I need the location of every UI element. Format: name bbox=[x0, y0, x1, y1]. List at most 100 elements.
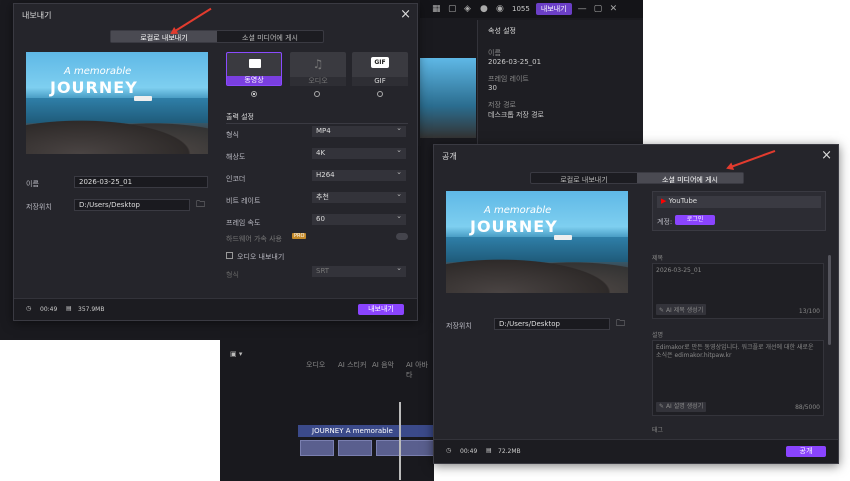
maximize-icon[interactable]: ▢ bbox=[594, 4, 604, 14]
ai-desc-button[interactable]: ✎ AI 설명 생성기 bbox=[656, 402, 707, 412]
music-icon: ♫ bbox=[312, 57, 324, 71]
framerate-select[interactable]: 60 bbox=[312, 213, 406, 225]
format-gif[interactable]: GIF GIF bbox=[352, 52, 408, 86]
row-framerate-label: 프레임 속도 bbox=[226, 219, 261, 227]
format-video[interactable]: 동영상 bbox=[226, 52, 282, 86]
tab-local-export[interactable]: 로컬로 내보내기 bbox=[531, 173, 637, 184]
publish-dialog: 공개 × 로컬로 내보내기 소셜 미디어에 게시 A memorable JOU… bbox=[433, 144, 839, 464]
properties-tab[interactable]: 속성 설정 bbox=[488, 26, 516, 36]
tab-social-publish[interactable]: 소셜 미디어에 게시 bbox=[637, 173, 743, 184]
timeline-clip[interactable] bbox=[338, 440, 372, 456]
audio-export-checkbox[interactable] bbox=[226, 252, 233, 259]
timeline-title-track[interactable]: JOURNEY A memorable bbox=[298, 425, 434, 437]
clock-icon: ◷ bbox=[26, 305, 32, 312]
subtitle-format-select[interactable]: SRT bbox=[312, 265, 406, 277]
export-tabs: 로컬로 내보내기 소셜 미디어에 게시 bbox=[110, 30, 324, 43]
divider bbox=[226, 123, 408, 124]
close-icon[interactable]: × bbox=[400, 7, 411, 22]
row-resolution-label: 해상도 bbox=[226, 153, 246, 161]
export-button[interactable]: 내보내기 bbox=[358, 304, 404, 315]
folder-icon[interactable]: 🗀 bbox=[196, 197, 205, 213]
prop-1: 2026-03-25_01 bbox=[488, 58, 542, 66]
description-value: Edimakor로 만든 동영상입니다. 워크플로 개선에 대한 새로운 소식은… bbox=[656, 344, 814, 359]
row-bitrate-label: 비트 레이트 bbox=[226, 197, 261, 205]
subtitle-format-label: 형식 bbox=[226, 271, 239, 279]
path-label: 저장위치 bbox=[26, 203, 52, 211]
pro-badge: PRO bbox=[292, 233, 307, 239]
folder-icon[interactable]: 🗀 bbox=[616, 316, 625, 332]
top-bar: ▦ ▢ ◈ ● ◉ 1055 내보내기 — ▢ ✕ bbox=[420, 0, 643, 18]
timeline-clip[interactable] bbox=[300, 440, 334, 456]
thumb-subtitle: A memorable bbox=[484, 205, 552, 216]
chat-icon[interactable]: ▢ bbox=[448, 4, 458, 14]
close-window-icon[interactable]: ✕ bbox=[610, 4, 620, 14]
name-label: 이름 bbox=[26, 180, 39, 188]
hw-accel-toggle[interactable] bbox=[396, 233, 408, 240]
background-timeline-area: ▣ ▾ 오디오 AI 스티커 AI 음악 AI 아바타 bbox=[220, 330, 434, 481]
platform-row[interactable]: ▶ YouTube bbox=[657, 196, 821, 208]
close-icon[interactable]: × bbox=[821, 148, 832, 163]
file-icon: ▤ bbox=[66, 305, 72, 312]
ai-title-label: AI 제목 생성기 bbox=[665, 307, 704, 314]
encoder-select[interactable]: H264 bbox=[312, 169, 406, 181]
timeline-track-label: JOURNEY A memorable bbox=[312, 427, 393, 435]
login-button[interactable]: 로그인 bbox=[675, 215, 715, 225]
title-textarea[interactable]: 2026-03-25_01 ✎ AI 제목 생성기 13/100 bbox=[652, 263, 824, 319]
top-export-button[interactable]: 내보내기 bbox=[535, 3, 572, 15]
description-label: 설명 bbox=[652, 332, 664, 339]
description-count: 88/5000 bbox=[795, 404, 820, 411]
radio-gif[interactable] bbox=[377, 91, 383, 97]
youtube-icon: ▶ bbox=[661, 197, 667, 205]
scrollbar[interactable] bbox=[828, 255, 831, 345]
bitrate-select[interactable]: 추천 bbox=[312, 191, 406, 203]
audio-export-label: 오디오 내보내기 bbox=[237, 253, 285, 261]
format-audio[interactable]: ♫ 오디오 bbox=[290, 52, 346, 86]
playhead[interactable] bbox=[399, 402, 401, 480]
file-size: 72.2MB bbox=[498, 448, 521, 455]
path-input[interactable]: D:/Users/Desktop bbox=[74, 199, 190, 211]
format-video-label: 동영상 bbox=[227, 76, 281, 85]
gift-icon[interactable]: ◈ bbox=[464, 4, 474, 14]
name-input[interactable]: 2026-03-25_01 bbox=[74, 176, 208, 188]
bg-tool-0[interactable]: 오디오 bbox=[306, 360, 325, 370]
minimize-icon[interactable]: — bbox=[578, 4, 588, 14]
path-label: 저장위치 bbox=[446, 322, 472, 330]
publish-button[interactable]: 공개 bbox=[786, 446, 826, 457]
radio-video[interactable] bbox=[251, 91, 257, 97]
prop-3: 30 bbox=[488, 84, 497, 92]
platform-name: YouTube bbox=[668, 197, 698, 205]
file-icon: ▤ bbox=[486, 447, 492, 454]
tab-local-export[interactable]: 로컬로 내보내기 bbox=[111, 31, 217, 42]
radio-audio[interactable] bbox=[314, 91, 320, 97]
bg-tool-1[interactable]: AI 스티커 bbox=[338, 360, 366, 370]
bg-tool-2[interactable]: AI 음악 bbox=[372, 360, 394, 370]
bg-tool-3[interactable]: AI 아바타 bbox=[406, 360, 434, 380]
grid-icon[interactable]: ▦ bbox=[432, 4, 442, 14]
publish-tabs: 로컬로 내보내기 소셜 미디어에 게시 bbox=[530, 172, 744, 184]
tags-label: 태그 bbox=[652, 427, 664, 434]
ai-desc-label: AI 설명 생성기 bbox=[665, 403, 704, 410]
ai-title-button[interactable]: ✎ AI 제목 생성기 bbox=[656, 304, 707, 315]
prop-4: 저장 경로 bbox=[488, 101, 516, 109]
description-textarea[interactable]: Edimakor로 만든 동영상입니다. 워크플로 개선에 대한 새로운 소식은… bbox=[652, 340, 824, 416]
video-thumbnail: A memorable JOURNEY bbox=[26, 52, 208, 154]
path-input[interactable]: D:/Users/Desktop bbox=[494, 318, 610, 330]
format-audio-label: 오디오 bbox=[290, 77, 346, 86]
avatar[interactable]: ● bbox=[480, 4, 490, 14]
platform-card: ▶ YouTube 계정: 로그인 bbox=[652, 191, 826, 231]
prop-2: 프레임 레이트 bbox=[488, 75, 529, 83]
format-select[interactable]: MP4 bbox=[312, 125, 406, 137]
prop-0: 이름 bbox=[488, 49, 501, 57]
account-label: 계정: bbox=[657, 218, 673, 226]
timeline-clip[interactable] bbox=[376, 440, 434, 456]
thumb-title: JOURNEY bbox=[470, 217, 558, 236]
coin-icon: ◉ bbox=[496, 4, 504, 14]
title-count: 13/100 bbox=[798, 308, 820, 315]
format-gif-label: GIF bbox=[352, 77, 408, 86]
row-format-label: 형식 bbox=[226, 131, 239, 139]
publish-footer: ◷ 00:49 ▤ 72.2MB 공개 bbox=[434, 439, 838, 463]
tab-social-publish[interactable]: 소셜 미디어에 게시 bbox=[217, 31, 323, 42]
resolution-select[interactable]: 4K bbox=[312, 147, 406, 159]
duration: 00:49 bbox=[40, 306, 58, 313]
duration: 00:49 bbox=[460, 448, 478, 455]
